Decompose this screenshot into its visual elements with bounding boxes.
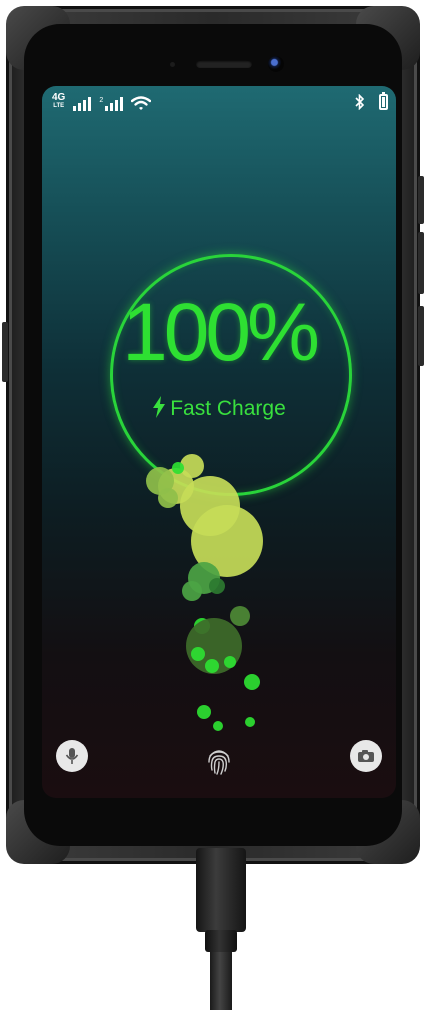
bubble [205, 659, 219, 673]
camera-shortcut-button[interactable] [350, 740, 382, 772]
charging-screen: 4G LTE 2 100% Fast Charge [42, 86, 396, 798]
battery-icon [379, 92, 388, 110]
charge-mode-label: Fast Charge [170, 397, 286, 420]
phone-device: 4G LTE 2 100% Fast Charge [2, 6, 424, 864]
usb-plug-neck [205, 930, 237, 952]
bluetooth-icon [355, 94, 365, 110]
fingerprint-icon[interactable] [206, 746, 232, 776]
front-camera [268, 56, 284, 72]
bubble [158, 488, 178, 508]
volume-down-button[interactable] [418, 232, 424, 294]
bubble [213, 721, 223, 731]
bubble [209, 578, 225, 594]
bubble [244, 674, 260, 690]
bubble [172, 462, 184, 474]
bubble [230, 606, 250, 626]
bubble [197, 705, 211, 719]
bubble [182, 581, 202, 601]
charge-mode: Fast Charge [42, 396, 396, 421]
camera-icon [358, 750, 374, 762]
signal-icon [73, 97, 92, 111]
volume-up-button[interactable] [418, 176, 424, 224]
network-type: 4G LTE [52, 92, 66, 110]
wifi-icon [131, 96, 152, 110]
sim2-label: 2 [99, 97, 104, 104]
signal-icon [105, 97, 124, 111]
voice-assistant-button[interactable] [56, 740, 88, 772]
bubble [191, 647, 205, 661]
lightning-icon [153, 396, 166, 418]
usb-plug [196, 848, 246, 932]
mic-icon [65, 748, 79, 764]
bubble [245, 717, 255, 727]
earpiece-speaker [196, 60, 252, 68]
power-button[interactable] [418, 306, 424, 366]
bubble [224, 656, 236, 668]
side-button-left[interactable] [2, 322, 8, 382]
status-bar: 4G LTE 2 [42, 86, 396, 120]
battery-percent: 100% [122, 287, 320, 378]
proximity-sensor [170, 62, 175, 67]
